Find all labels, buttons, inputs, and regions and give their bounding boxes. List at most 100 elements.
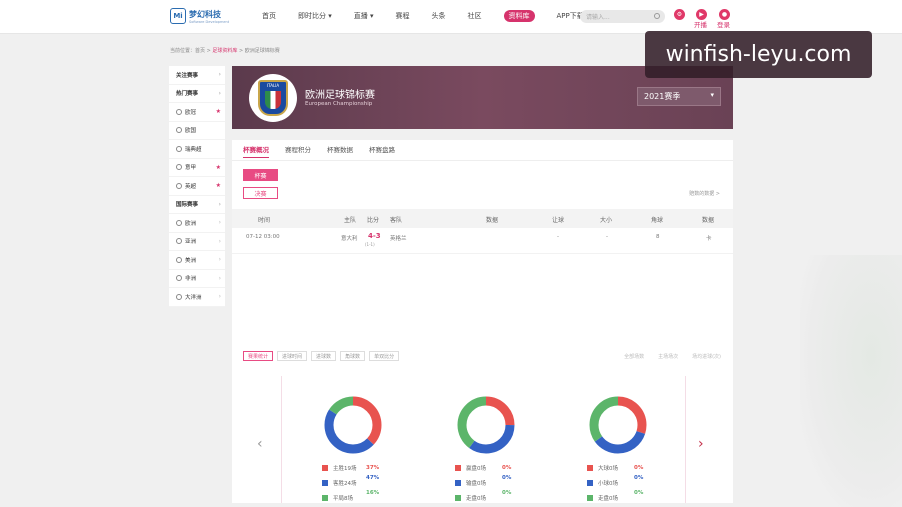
away-team[interactable]: 英格兰 (390, 234, 407, 242)
legend-item: 走盘0场 0% (455, 490, 515, 505)
chevron-right-icon: › (218, 200, 221, 208)
chevron-left-icon[interactable]: ‹ (257, 436, 263, 452)
logo[interactable]: Mi 梦幻科技 Software Development (170, 8, 229, 24)
legend-item: 平局8场 16% (322, 490, 382, 505)
nav-home[interactable]: 首页 (262, 11, 276, 22)
sidebar-item-sweden[interactable]: 瑞典超 (169, 140, 225, 159)
odds-data-link[interactable]: 赔数的数据 > (689, 190, 720, 197)
breadcrumb-link[interactable]: 足球资料库 (212, 48, 237, 54)
sidebar-hot[interactable]: 热门赛事 › (169, 85, 225, 103)
tab-standings[interactable]: 赛程积分 (285, 144, 311, 158)
legend-swatch (587, 479, 593, 486)
caret-down-icon: ▾ (710, 91, 714, 99)
nav-live-score[interactable]: 即时比分 ▾ (298, 11, 332, 22)
logo-text: 梦幻科技 (189, 9, 221, 19)
legend-item: 小球0场 0% (587, 475, 647, 490)
col-score: 比分 (367, 217, 380, 224)
cup-stage-button[interactable]: 杯赛 (243, 169, 278, 181)
sidebar-item-africa[interactable]: 非洲 › (169, 270, 225, 288)
nav-schedule[interactable]: 赛程 (396, 11, 410, 22)
league-icon (176, 182, 182, 189)
user-settings-icon[interactable]: ⚙ (674, 9, 685, 20)
tab-stats[interactable]: 杯赛数据 (327, 144, 353, 158)
breadcrumb-prefix: 当前位置：首页 > (170, 48, 213, 54)
team-badge: ITALIA (249, 74, 297, 122)
nav-live-stream[interactable]: 直播 ▾ (354, 11, 374, 22)
legend-swatch (322, 464, 328, 471)
tab-odds[interactable]: 杯赛盘路 (369, 144, 395, 158)
col-data: 数据 (486, 217, 499, 224)
legend-label: 小球0场 (598, 480, 618, 487)
col-away: 客队 (390, 217, 403, 224)
star-icon[interactable]: ★ (216, 108, 221, 115)
login-link[interactable]: 登录 (717, 19, 730, 29)
sidebar-item-america[interactable]: 美洲 › (169, 251, 225, 270)
stat-tab-odd-even[interactable]: 单双比分 (369, 351, 400, 361)
match-score[interactable]: 4-3 (368, 232, 381, 240)
sidebar-item-europe[interactable]: 欧洲 › (169, 214, 225, 233)
breadcrumb: 当前位置：首页 > 足球资料库 > 欧洲足球锦标赛 (170, 47, 280, 54)
legend-swatch (322, 494, 328, 501)
nav-community[interactable]: 社区 (468, 11, 482, 22)
legend-percent: 0% (502, 464, 512, 471)
search-icon[interactable] (654, 13, 660, 19)
chevron-right-icon[interactable]: › (698, 436, 704, 452)
legend-swatch (587, 464, 593, 471)
legend-item: 输盘0场 0% (455, 475, 515, 490)
chevron-right-icon: › (218, 256, 221, 264)
sidebar-international[interactable]: 国际赛事 › (169, 196, 225, 214)
half-score: (1-1) (365, 242, 375, 247)
star-icon[interactable]: ★ (216, 164, 221, 171)
sidebar-item-epl[interactable]: 英超 ★ (169, 177, 225, 196)
stat-tab-goals[interactable]: 进球数 (311, 351, 337, 361)
filter-avg-goals[interactable]: 场均进球(次) (692, 353, 721, 360)
table-row[interactable]: 07-12 03:00 意大利 4-3 (1-1) 英格兰 - - 8 卡 (232, 228, 733, 254)
sidebar-label: 意甲 (185, 165, 197, 172)
legend-swatch (587, 494, 593, 501)
sidebar-label: 英超 (185, 183, 197, 190)
col-ou: 大小 (600, 217, 613, 224)
search-input[interactable]: 请输入... (580, 10, 665, 23)
content-panel: 杯赛概况 赛程积分 杯赛数据 杯赛盘路 杯赛 决赛 赔数的数据 > 时间 主队 … (232, 140, 733, 503)
sidebar-item-seriea[interactable]: 意甲 ★ (169, 159, 225, 177)
sidebar-label: 热门赛事 (176, 91, 199, 98)
sidebar-label: 关注赛事 (176, 72, 199, 79)
stat-tab-corners[interactable]: 角球数 (340, 351, 366, 361)
home-team[interactable]: 意大利 (341, 234, 358, 242)
season-select[interactable]: 2021赛季 ▾ (637, 87, 721, 106)
league-icon (176, 145, 182, 152)
legend-label: 输盘0场 (466, 480, 486, 487)
chevron-right-icon: › (218, 219, 221, 227)
results-legend: 主胜19场 37% 客胜24场 47% 平局8场 16% (322, 460, 382, 505)
competition-title: 欧洲足球锦标赛 (305, 90, 375, 101)
col-time: 时间 (258, 217, 271, 224)
col-home: 主队 (344, 217, 357, 224)
shield-icon: ITALIA (258, 80, 288, 116)
nav-database[interactable]: 资料库 (503, 10, 535, 22)
final-stage-button[interactable]: 决赛 (243, 187, 278, 199)
league-icon (176, 108, 182, 115)
filter-home[interactable]: 主场场次 (658, 353, 678, 360)
nav-headlines[interactable]: 头条 (432, 11, 446, 22)
stat-tab-results[interactable]: 赛果统计 (243, 351, 274, 361)
ou-value: - (606, 234, 608, 240)
over-under-legend: 大球0场 0% 小球0场 0% 走盘0场 0% (587, 460, 647, 505)
filter-all[interactable]: 全部场数 (624, 353, 644, 360)
chevron-right-icon: › (218, 237, 221, 245)
legend-percent: 47% (366, 475, 380, 481)
sidebar-item-nations[interactable]: 欧国 (169, 122, 225, 140)
data2-value[interactable]: 卡 (706, 234, 712, 242)
sidebar-followed[interactable]: 关注赛事 › (169, 66, 225, 85)
logo-mark: Mi (170, 8, 186, 24)
legend-item: 走盘0场 0% (587, 490, 647, 505)
star-icon[interactable]: ★ (216, 182, 221, 189)
sidebar-item-ucl[interactable]: 欧冠 ★ (169, 103, 225, 122)
stat-tab-goal-time[interactable]: 进球时间 (277, 351, 308, 361)
sidebar-item-asia[interactable]: 亚洲 › (169, 233, 225, 251)
sidebar-item-oceania[interactable]: 大洋洲 › (169, 288, 225, 307)
sidebar-label: 美洲 (185, 257, 197, 264)
tab-overview[interactable]: 杯赛概况 (243, 144, 269, 158)
legend-percent: 0% (502, 475, 512, 481)
legend-item: 赢盘0场 0% (455, 460, 515, 475)
open-broadcast-link[interactable]: 开播 (694, 19, 707, 29)
